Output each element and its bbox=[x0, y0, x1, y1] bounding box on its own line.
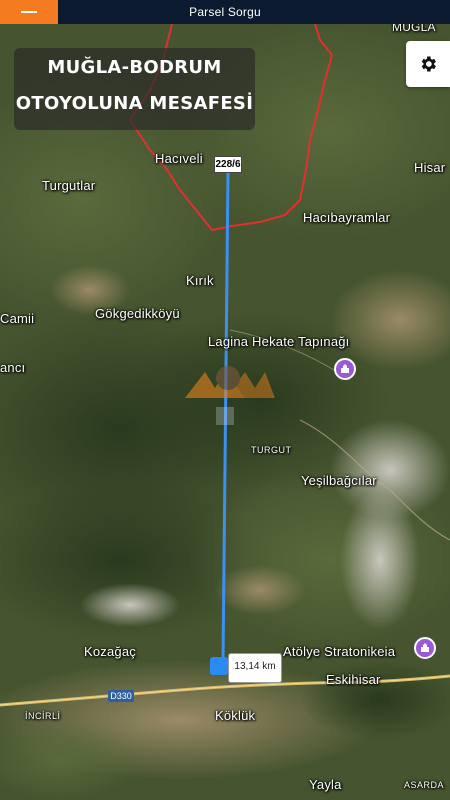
hamburger-icon bbox=[21, 11, 37, 13]
place-label: Atölye Stratonikeia bbox=[283, 644, 396, 659]
place-label: Eskihisar bbox=[326, 672, 381, 687]
page-title: Parsel Sorgu bbox=[189, 5, 261, 19]
distance-label: 13,14 km bbox=[228, 653, 282, 683]
place-label: Lagina Hekate Tapınağı bbox=[208, 334, 350, 349]
settings-button[interactable] bbox=[406, 41, 450, 87]
place-label: İNCİRLİ bbox=[25, 711, 61, 721]
menu-button[interactable] bbox=[0, 0, 58, 24]
place-label: Hisar bbox=[414, 160, 446, 175]
place-label: Hacıbayramlar bbox=[303, 210, 391, 225]
place-label: Yayla bbox=[309, 777, 342, 792]
place-label: Kırık bbox=[186, 273, 214, 288]
place-label: ASARDA bbox=[404, 780, 445, 790]
distance-overlay-title: MUĞLA-BODRUM OTOYOLUNA MESAFESİ bbox=[14, 48, 255, 130]
road-shield: D330 bbox=[108, 690, 134, 702]
place-label: Kozağaç bbox=[84, 644, 136, 659]
top-bar: Parsel Sorgu bbox=[0, 0, 450, 24]
place-label: Gökgedikköyü bbox=[95, 306, 180, 321]
parcel-label[interactable]: 228/6 bbox=[214, 156, 242, 173]
measurement-end-marker[interactable] bbox=[210, 657, 228, 675]
place-label: ancı bbox=[0, 360, 26, 375]
gear-icon bbox=[421, 56, 436, 72]
ruins-poi-icon[interactable] bbox=[414, 637, 436, 659]
place-label: Camii bbox=[0, 311, 35, 326]
place-label: Turgutlar bbox=[42, 178, 96, 193]
overlay-title-line-2: OTOYOLUNA MESAFESİ bbox=[15, 93, 254, 114]
place-label: Yeşilbağcılar bbox=[301, 473, 377, 488]
overlay-title-line-1: MUĞLA-BODRUM bbox=[47, 57, 222, 78]
place-label: Köklük bbox=[215, 708, 256, 723]
temple-poi-icon[interactable] bbox=[334, 358, 356, 380]
place-label: TURGUT bbox=[251, 445, 292, 455]
place-label: Hacıveli bbox=[155, 151, 203, 166]
